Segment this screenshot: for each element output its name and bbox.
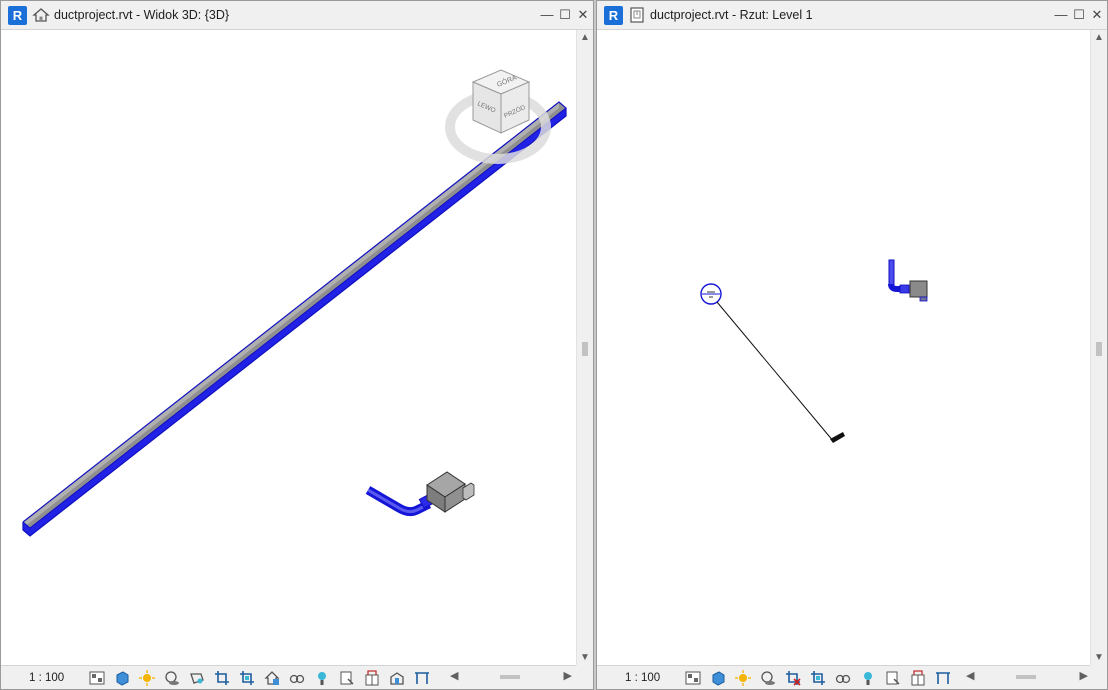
vertical-scrollbar[interactable]: ▲ ▼ (1090, 30, 1107, 665)
viewcube[interactable]: GÓRA LEWO PRZÓD (445, 69, 551, 164)
crop-view-off-icon[interactable] (783, 669, 803, 687)
scroll-right-icon[interactable]: ▶ (1080, 669, 1088, 682)
view-title: ductproject.rvt - Widok 3D: {3D} (54, 8, 230, 22)
detail-level-icon[interactable] (683, 669, 703, 687)
reveal-hidden-icon[interactable] (858, 669, 878, 687)
reveal-constraints-icon[interactable] (387, 669, 407, 687)
view-scale[interactable]: 1 : 100 (625, 672, 683, 684)
minimize-button[interactable]: — (541, 8, 554, 22)
drawing-canvas-3d[interactable]: GÓRA LEWO PRZÓD (1, 30, 576, 665)
scroll-up-icon[interactable]: ▲ (1091, 32, 1107, 43)
temporary-properties-icon[interactable] (883, 669, 903, 687)
detail-level-icon[interactable] (87, 669, 107, 687)
scroll-left-icon[interactable]: ◀ (966, 669, 974, 682)
lock-view-icon[interactable] (262, 669, 282, 687)
drawing-canvas-plan[interactable] (597, 30, 1090, 665)
scroll-right-icon[interactable]: ▶ (564, 669, 572, 682)
view-window-plan[interactable]: R ductproject.rvt - Rzut: Level 1 — ☐ ✕ (596, 0, 1108, 690)
air-terminal-box[interactable] (426, 471, 475, 513)
h-scroll-thumb[interactable] (500, 675, 520, 679)
revit-app-badge: R (8, 5, 27, 25)
restore-button[interactable]: ☐ (559, 8, 571, 22)
vertical-scrollbar[interactable]: ▲ ▼ (576, 30, 593, 665)
scroll-thumb[interactable] (582, 342, 588, 356)
visual-style-icon[interactable] (708, 669, 728, 687)
scroll-down-icon[interactable]: ▼ (1091, 652, 1107, 663)
sun-path-icon[interactable] (137, 669, 157, 687)
scroll-up-icon[interactable]: ▲ (577, 32, 593, 43)
temporary-hide-icon[interactable] (287, 669, 307, 687)
visual-style-icon[interactable] (112, 669, 132, 687)
section-tail-icon[interactable] (830, 432, 845, 443)
scroll-left-icon[interactable]: ◀ (450, 669, 458, 682)
view-window-3d[interactable]: R ductproject.rvt - Widok 3D: {3D} — ☐ ✕ (0, 0, 594, 690)
section-line[interactable] (716, 301, 835, 443)
view-titlebar[interactable]: R ductproject.rvt - Widok 3D: {3D} — ☐ ✕ (1, 1, 593, 30)
duct-long[interactable] (22, 101, 567, 537)
reveal-hidden-icon[interactable] (312, 669, 332, 687)
scroll-corner (576, 665, 593, 689)
revit-app-badge: R (604, 5, 623, 25)
horizontal-scrollbar[interactable]: ◀ ▶ (964, 669, 1090, 685)
analytical-model-icon[interactable] (933, 669, 953, 687)
worksharing-display-icon[interactable] (908, 669, 928, 687)
crop-region-icon[interactable] (237, 669, 257, 687)
view-title: ductproject.rvt - Rzut: Level 1 (650, 8, 813, 22)
horizontal-scrollbar[interactable]: ◀ ▶ (448, 669, 574, 685)
view-scale[interactable]: 1 : 100 (29, 672, 87, 684)
scroll-thumb[interactable] (1096, 342, 1102, 356)
temporary-hide-icon[interactable] (833, 669, 853, 687)
air-terminal-plan[interactable] (909, 280, 928, 302)
sun-path-icon[interactable] (733, 669, 753, 687)
home-3d-icon (32, 8, 50, 22)
worksharing-display-icon[interactable] (362, 669, 382, 687)
restore-button[interactable]: ☐ (1073, 8, 1085, 22)
section-marker[interactable] (700, 283, 722, 305)
view-titlebar[interactable]: R ductproject.rvt - Rzut: Level 1 — ☐ ✕ (597, 1, 1107, 30)
temporary-properties-icon[interactable] (337, 669, 357, 687)
minimize-button[interactable]: — (1055, 8, 1068, 22)
duct-elbow[interactable] (365, 486, 436, 517)
shadows-icon[interactable] (162, 669, 182, 687)
crop-view-icon[interactable] (212, 669, 232, 687)
scroll-down-icon[interactable]: ▼ (577, 652, 593, 663)
close-button[interactable]: ✕ (577, 8, 589, 22)
analytical-model-icon[interactable] (412, 669, 432, 687)
render-icon[interactable] (187, 669, 207, 687)
h-scroll-thumb[interactable] (1016, 675, 1036, 679)
close-button[interactable]: ✕ (1091, 8, 1103, 22)
duct-plan[interactable] (888, 259, 910, 294)
crop-region-icon[interactable] (808, 669, 828, 687)
floor-plan-icon (630, 7, 644, 23)
shadows-icon[interactable] (758, 669, 778, 687)
scroll-corner (1090, 665, 1107, 689)
